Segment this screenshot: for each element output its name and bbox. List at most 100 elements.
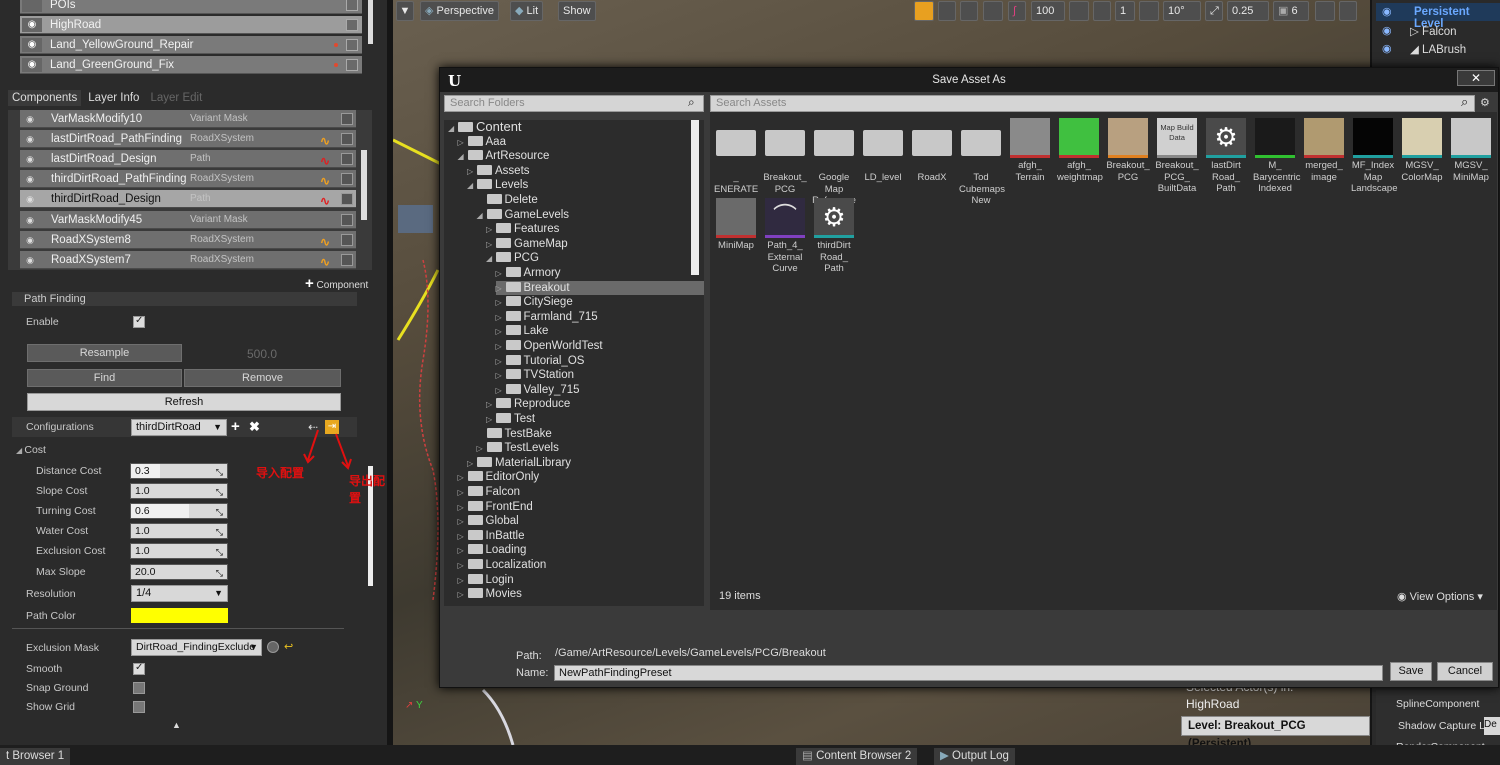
tab-content-browser-2[interactable]: ▤ Content Browser 2 — [796, 748, 918, 765]
name-input[interactable]: NewPathFindingPreset — [554, 665, 1383, 681]
tab-layer-edit[interactable]: Layer Edit — [147, 90, 207, 106]
smooth-checkbox[interactable]: ✓ — [133, 662, 145, 675]
eye-icon[interactable]: ◉ — [22, 153, 38, 165]
view-options-button[interactable]: ◉ View Options ▾ — [1397, 590, 1483, 603]
cost-header[interactable]: ◢ Cost — [16, 444, 46, 456]
search-assets-input[interactable]: Search Assets — [710, 95, 1475, 112]
delete-config-icon[interactable]: ✖ — [249, 419, 260, 435]
collapsed-icon[interactable]: ▷ — [486, 223, 496, 238]
camera-speed-value[interactable]: ▣ 6 — [1273, 1, 1309, 21]
asset-tile[interactable]: afgh_ weightmap — [1057, 118, 1103, 183]
collapsed-icon[interactable]: ▷ — [486, 398, 496, 413]
folder-loading[interactable]: ▷ Loading — [458, 543, 526, 559]
collapsed-icon[interactable]: ▷ — [467, 165, 477, 180]
settings-icon[interactable]: ⚙ — [1480, 96, 1490, 109]
asset-tile[interactable]: MGSV_ MiniMap — [1449, 118, 1493, 183]
collapsed-icon[interactable]: ▷ — [496, 384, 506, 399]
save-button[interactable]: Save — [1390, 662, 1432, 681]
folder-tvstation[interactable]: ▷ TVStation — [496, 368, 574, 384]
grid-snap-value[interactable]: 100 — [1031, 1, 1065, 21]
collapsed-icon[interactable]: ▷ — [458, 544, 468, 559]
asset-tile[interactable]: afgh_ Terrain — [1008, 118, 1052, 183]
component-row[interactable]: ◉ VarMaskModify45 Variant Mask — [20, 210, 356, 229]
outliner-item[interactable]: ◢ LABrush — [1410, 42, 1466, 56]
folder-materiallibrary[interactable]: ▷ MaterialLibrary — [467, 456, 571, 471]
tab-content-browser-1[interactable]: t Browser 1 — [0, 748, 71, 765]
snap-ground-checkbox[interactable] — [133, 682, 145, 694]
lock-toggle[interactable] — [346, 19, 358, 31]
cost-field[interactable]: 20.0 ⤡ — [130, 563, 228, 580]
folder-login[interactable]: ▷ Login — [458, 573, 514, 588]
surface-snap-icon[interactable]: ∫ — [1008, 1, 1026, 21]
lock-toggle[interactable] — [346, 39, 358, 51]
cost-field[interactable]: 1.0 ⤡ — [130, 523, 228, 540]
folder-testbake[interactable]: TestBake — [477, 427, 552, 442]
component-row[interactable]: ◉ thirdDirtRoad_Design Path ∿ — [20, 190, 356, 209]
folder-movies[interactable]: ▷ Movies — [458, 587, 522, 602]
asset-tile[interactable]: ⚙ thirdDirt Road_ Path — [812, 198, 856, 275]
collapsed-icon[interactable]: ▷ — [486, 413, 496, 428]
folder-pcg[interactable]: ◢ PCG — [486, 251, 539, 266]
lock-toggle[interactable] — [341, 213, 353, 226]
tab-components[interactable]: Components — [8, 90, 82, 106]
asset-tile[interactable]: LD_level — [861, 118, 905, 184]
layer-row[interactable]: ◉ Land_GreenGround_Fix — [20, 56, 362, 74]
component-row[interactable]: ◉ lastDirtRoad_Design Path ∿ — [20, 150, 356, 169]
collapsed-icon[interactable]: ▷ — [458, 530, 468, 545]
tab-output-log[interactable]: ▶ Output Log — [934, 748, 1015, 765]
exclusion-mask-dropdown[interactable]: DirtRoad_FindingExclude ▼ — [131, 639, 262, 656]
collapsed-icon[interactable]: ▷ — [496, 340, 506, 355]
eye-icon[interactable]: ◉ — [1382, 24, 1392, 37]
perspective-button[interactable]: ◈ Perspective — [420, 1, 499, 21]
resolution-dropdown[interactable]: 1/4 ▼ — [131, 585, 228, 602]
collapsed-icon[interactable]: ▷ — [477, 442, 487, 457]
collapsed-icon[interactable]: ▷ — [496, 369, 506, 384]
translate-icon[interactable] — [914, 1, 934, 21]
asset-tile[interactable]: Breakout_ PCG — [763, 118, 807, 195]
folder-assets[interactable]: ▷ Assets — [467, 164, 530, 179]
folder-aaa[interactable]: ▷ Aaa — [458, 135, 506, 150]
folder-valley-715[interactable]: ▷ Valley_715 — [496, 383, 580, 398]
eye-icon[interactable]: ◉ — [22, 113, 38, 125]
folder-test[interactable]: ▷ Test — [486, 412, 535, 427]
add-component-button[interactable]: + Component — [305, 275, 368, 292]
refresh-button[interactable]: Refresh — [27, 393, 341, 411]
path-color-swatch[interactable] — [131, 608, 228, 623]
collapsed-icon[interactable]: ▷ — [458, 136, 468, 151]
collapse-arrow-icon[interactable]: ▲ — [172, 720, 181, 730]
layer-row[interactable]: ◉ Land_YellowGround_Repair — [20, 36, 362, 54]
folder-farmland-715[interactable]: ▷ Farmland_715 — [496, 310, 598, 325]
configurations-dropdown[interactable]: thirdDirtRoad ▼ — [131, 419, 227, 436]
rotate-snap-toggle-icon[interactable] — [1069, 1, 1089, 21]
cost-field[interactable]: 1.0 ⤡ — [130, 543, 228, 560]
collapsed-icon[interactable]: ▷ — [458, 574, 468, 589]
world-icon[interactable] — [983, 1, 1003, 21]
folder-editoronly[interactable]: ▷ EditorOnly — [458, 470, 539, 485]
collapsed-icon[interactable]: ▷ — [486, 238, 496, 253]
remove-button[interactable]: Remove — [184, 369, 341, 387]
collapsed-icon[interactable]: ▷ — [496, 325, 506, 340]
lock-toggle[interactable] — [341, 133, 353, 146]
expanded-icon[interactable]: ◢ — [458, 150, 468, 165]
asset-tile[interactable]: MiniMap — [714, 198, 758, 252]
folder-delete[interactable]: Delete — [477, 193, 538, 208]
resample-button[interactable]: Resample — [27, 344, 182, 362]
lit-button[interactable]: ◆ Lit — [510, 1, 544, 21]
eye-icon[interactable]: ◉ — [1382, 42, 1392, 55]
component-row[interactable]: ◉ thirdDirtRoad_PathFinding RoadXSystem ∿ — [20, 170, 356, 189]
use-selected-icon[interactable]: ↩ — [284, 640, 293, 653]
asset-tile[interactable]: RoadX — [910, 118, 954, 184]
asset-tile[interactable]: Tod Cubemaps New — [959, 118, 1005, 207]
maximize-icon[interactable] — [1315, 1, 1335, 21]
expanded-icon[interactable]: ◢ — [486, 252, 496, 267]
collapsed-icon[interactable]: ▷ — [458, 501, 468, 516]
collapsed-icon[interactable]: ▷ — [496, 282, 506, 297]
eye-icon[interactable]: ◉ — [22, 234, 38, 246]
eye-icon[interactable]: ◉ — [22, 214, 38, 226]
lock-toggle[interactable] — [341, 253, 353, 266]
folder-breakout[interactable]: ▷ Breakout — [495, 280, 704, 297]
asset-tile[interactable]: Google Map Reference — [812, 118, 856, 207]
eye-icon[interactable]: ◉ — [22, 173, 38, 185]
eye-icon[interactable]: ◉ — [22, 18, 42, 32]
component-row[interactable]: ◉ VarMaskModify10 Variant Mask — [20, 110, 356, 128]
